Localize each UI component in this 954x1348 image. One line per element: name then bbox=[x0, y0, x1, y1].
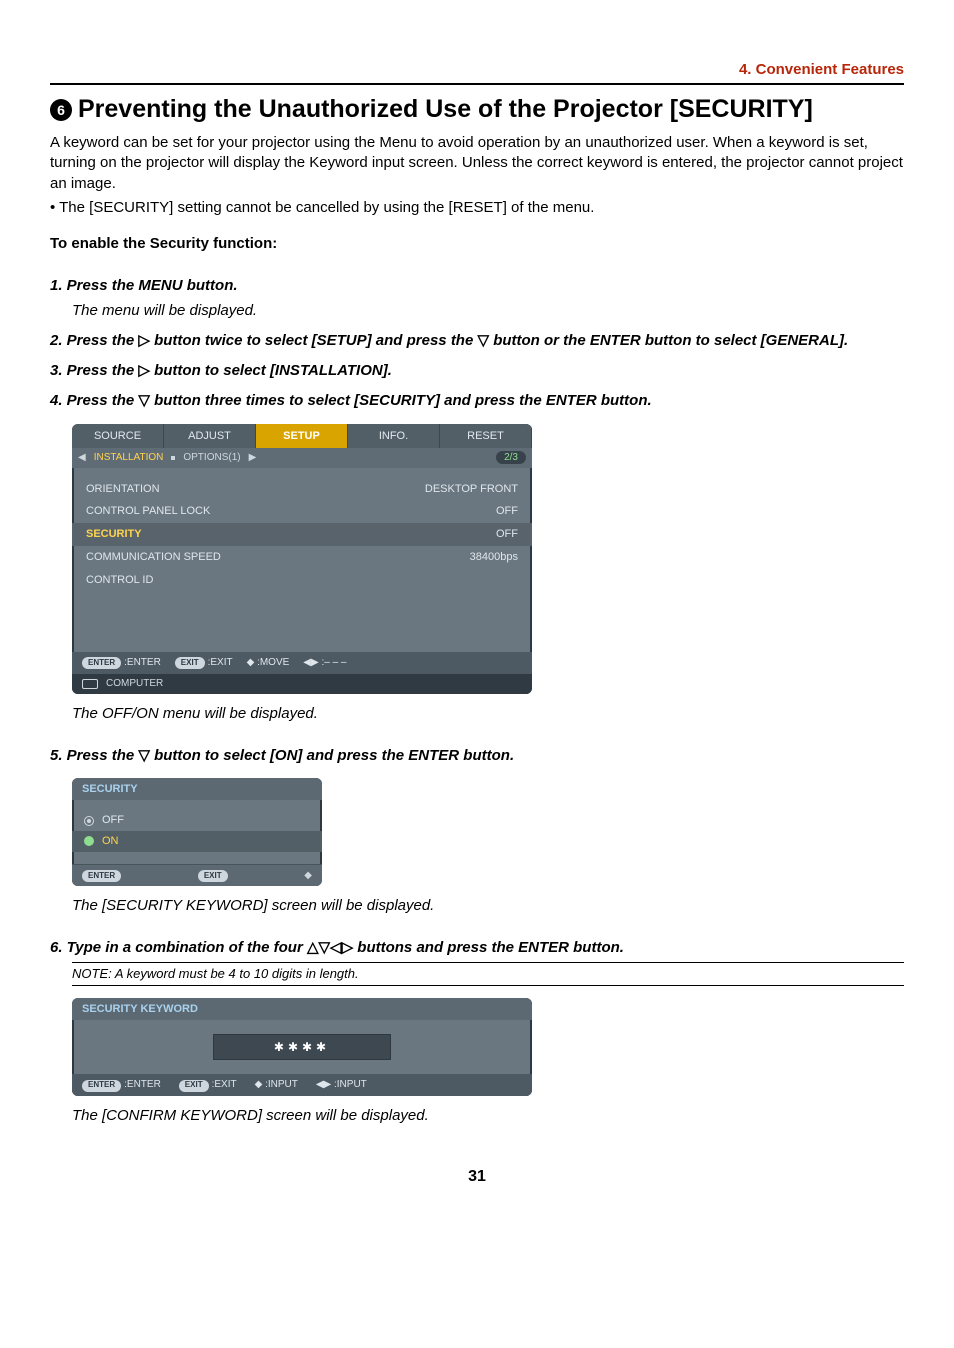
enter-pill: ENTER bbox=[82, 870, 121, 882]
menu-tabs: SOURCE ADJUST SETUP INFO. RESET bbox=[72, 424, 532, 448]
down-triangle-icon: ▽ bbox=[477, 332, 489, 349]
step-4-after: The OFF/ON menu will be displayed. bbox=[72, 704, 904, 724]
down-triangle-icon: ▽ bbox=[138, 392, 150, 409]
lr-hint: ◀▶ :– – – bbox=[303, 656, 346, 670]
page-title: 6 Preventing the Unauthorized Use of the… bbox=[50, 93, 904, 127]
left-arrow-icon: ◀ bbox=[78, 451, 86, 465]
step-6-after: The [CONFIRM KEYWORD] screen will be dis… bbox=[72, 1106, 904, 1126]
radio-on: ON bbox=[72, 831, 322, 852]
menu-footer-source: COMPUTER bbox=[72, 674, 532, 694]
intro-paragraph-2: • The [SECURITY] setting cannot be cance… bbox=[50, 198, 904, 218]
down-triangle-icon: ▽ bbox=[138, 747, 150, 764]
row-control-id: CONTROL ID bbox=[86, 569, 518, 592]
step-6: 6. Type in a combination of the four △▽◁… bbox=[50, 938, 904, 958]
radio-off: OFF bbox=[84, 810, 310, 831]
step-5-after: The [SECURITY KEYWORD] screen will be di… bbox=[72, 896, 904, 916]
menu-screenshot-setup: SOURCE ADJUST SETUP INFO. RESET ◀ INSTAL… bbox=[72, 424, 532, 694]
page-number: 31 bbox=[50, 1166, 904, 1188]
tab-adjust: ADJUST bbox=[164, 424, 256, 448]
row-control-panel-lock: CONTROL PANEL LOCKOFF bbox=[86, 500, 518, 523]
move-hint: ◆ :MOVE bbox=[247, 656, 290, 670]
dialog-footer: ENTER EXIT ◆ bbox=[72, 866, 322, 886]
section-header: 4. Convenient Features bbox=[50, 60, 904, 85]
step-1-sub: The menu will be displayed. bbox=[72, 301, 904, 321]
subtab-installation: INSTALLATION bbox=[94, 451, 164, 465]
tab-source: SOURCE bbox=[72, 424, 164, 448]
intro-paragraph-1: A keyword can be set for your projector … bbox=[50, 133, 904, 194]
step-5: 5. Press the ▽ button to select [ON] and… bbox=[50, 746, 904, 766]
updown-icon: ◆ bbox=[304, 869, 312, 883]
dialog-title: SECURITY bbox=[72, 778, 322, 800]
tab-setup: SETUP bbox=[256, 424, 348, 448]
step-2: 2. Press the ▷ button twice to select [S… bbox=[50, 331, 904, 351]
step-6-note: NOTE: A keyword must be 4 to 10 digits i… bbox=[72, 962, 904, 986]
menu-footer: ENTER:ENTER EXIT:EXIT ◆ :MOVE ◀▶ :– – – bbox=[72, 652, 532, 674]
right-triangle-icon: ▷ bbox=[138, 362, 150, 379]
step-3: 3. Press the ▷ button to select [INSTALL… bbox=[50, 361, 904, 381]
page-indicator: 2/3 bbox=[496, 451, 526, 465]
title-text: Preventing the Unauthorized Use of the P… bbox=[78, 93, 813, 127]
menu-subtabs: ◀ INSTALLATION OPTIONS(1) ▶ 2/3 bbox=[72, 448, 532, 468]
exit-pill: EXIT bbox=[179, 1080, 209, 1092]
exit-pill: EXIT bbox=[175, 657, 205, 669]
menu-body: ORIENTATIONDESKTOP FRONT CONTROL PANEL L… bbox=[72, 468, 532, 652]
subtab-options1: OPTIONS(1) bbox=[183, 451, 240, 465]
row-communication-speed: COMMUNICATION SPEED38400bps bbox=[86, 546, 518, 569]
row-orientation: ORIENTATIONDESKTOP FRONT bbox=[86, 478, 518, 501]
menu-screenshot-security-keyword: SECURITY KEYWORD ✱✱✱✱ ENTER:ENTER EXIT:E… bbox=[72, 998, 532, 1096]
dialog-footer: ENTER:ENTER EXIT:EXIT ◆ :INPUT ◀▶ :INPUT bbox=[72, 1074, 532, 1096]
dot-icon bbox=[171, 456, 175, 460]
exit-pill: EXIT bbox=[198, 870, 228, 882]
tab-info: INFO. bbox=[348, 424, 440, 448]
radio-icon bbox=[84, 816, 94, 826]
menu-screenshot-security-onoff: SECURITY OFF ON ENTER EXIT ◆ bbox=[72, 778, 322, 886]
enter-pill: ENTER bbox=[82, 1080, 121, 1092]
computer-icon bbox=[82, 679, 98, 689]
ud-input-hint: ◆ :INPUT bbox=[255, 1078, 298, 1092]
tab-reset: RESET bbox=[440, 424, 532, 448]
dialog-title: SECURITY KEYWORD bbox=[72, 998, 532, 1020]
four-triangles-icon: △▽◁▷ bbox=[307, 939, 353, 956]
radio-icon-selected bbox=[84, 836, 94, 846]
right-triangle-icon: ▷ bbox=[138, 332, 150, 349]
step-1: 1. Press the MENU button. bbox=[50, 276, 904, 296]
step-4: 4. Press the ▽ button three times to sel… bbox=[50, 391, 904, 411]
row-security: SECURITYOFF bbox=[72, 523, 532, 546]
enable-heading: To enable the Security function: bbox=[50, 234, 904, 254]
lr-input-hint: ◀▶ :INPUT bbox=[316, 1078, 367, 1092]
right-arrow-icon: ▶ bbox=[249, 451, 257, 465]
keyword-input-display: ✱✱✱✱ bbox=[213, 1034, 391, 1060]
title-number-badge: 6 bbox=[50, 99, 72, 121]
enter-pill: ENTER bbox=[82, 657, 121, 669]
